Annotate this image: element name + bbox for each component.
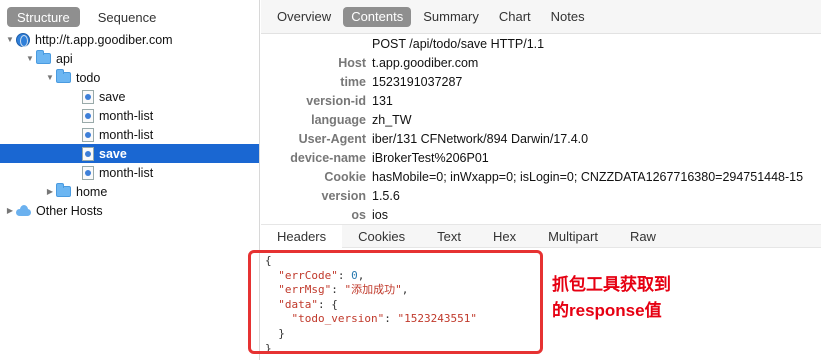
header-row: Host t.app.goodiber.com: [261, 53, 821, 72]
request-tree: ▼ http://t.app.goodiber.com ▼ api ▼ todo…: [0, 30, 259, 220]
folder-icon: [36, 50, 51, 64]
tree-item-save[interactable]: save: [0, 87, 259, 106]
folder-icon: [56, 183, 71, 197]
tree-item-save-selected[interactable]: save: [0, 144, 259, 163]
request-line: POST /api/todo/save HTTP/1.1: [372, 36, 545, 51]
header-key: os: [351, 207, 366, 222]
header-row: Cookie hasMobile=0; inWxapp=0; isLogin=0…: [261, 167, 821, 186]
globe-icon: [16, 32, 30, 47]
header-key: Cookie: [324, 169, 366, 184]
tree-item-label: todo: [76, 70, 101, 85]
tree-folder-home[interactable]: ▶ home: [0, 182, 259, 201]
header-key: device-name: [290, 150, 366, 165]
disclosure-closed-icon[interactable]: ▶: [4, 206, 16, 215]
header-key: Host: [338, 55, 366, 70]
detail-tabs: Overview Contents Summary Chart Notes: [261, 0, 821, 34]
request-headers-table: POST /api/todo/save HTTP/1.1 Host t.app.…: [261, 34, 821, 224]
tab-text[interactable]: Text: [421, 225, 477, 248]
tree-item-month-list[interactable]: month-list: [0, 125, 259, 144]
tree-folder-api[interactable]: ▼ api: [0, 49, 259, 68]
tree-item-label: save: [99, 146, 127, 161]
tab-cookies[interactable]: Cookies: [342, 225, 421, 248]
tab-chart[interactable]: Chart: [491, 7, 539, 27]
header-value: iBrokerTest%206P01: [372, 150, 489, 165]
tab-hex[interactable]: Hex: [477, 225, 532, 248]
request-file-icon: [82, 108, 94, 123]
header-row: version-id 131: [261, 91, 821, 110]
cloud-icon: [16, 204, 31, 217]
tree-item-label: month-list: [99, 165, 154, 180]
header-key: version: [321, 188, 366, 203]
tree-item-label: save: [99, 89, 126, 104]
annotation-line-2: 的response值: [552, 301, 662, 320]
tab-multipart[interactable]: Multipart: [532, 225, 614, 248]
tree-item-label: home: [76, 184, 108, 199]
tree-folder-todo[interactable]: ▼ todo: [0, 68, 259, 87]
header-value: hasMobile=0; inWxapp=0; isLogin=0; CNZZD…: [372, 169, 804, 184]
folder-icon: [56, 69, 71, 83]
header-row: os ios: [261, 205, 821, 224]
disclosure-open-icon[interactable]: ▼: [24, 54, 36, 63]
request-file-icon: [82, 146, 94, 161]
header-value: zh_TW: [372, 112, 412, 127]
header-row: User-Agent iber/131 CFNetwork/894 Darwin…: [261, 129, 821, 148]
tab-raw[interactable]: Raw: [614, 225, 672, 248]
tree-host-goodiber[interactable]: ▼ http://t.app.goodiber.com: [0, 30, 259, 49]
tree-item-label: http://t.app.goodiber.com: [35, 32, 173, 47]
request-file-icon: [82, 165, 94, 180]
tree-item-label: month-list: [99, 108, 154, 123]
structure-panel: Structure Sequence ▼ http://t.app.goodib…: [0, 0, 260, 360]
sequence-tab[interactable]: Sequence: [88, 7, 167, 27]
request-file-icon: [82, 89, 94, 104]
response-tabs: Headers Cookies Text Hex Multipart Raw: [261, 224, 821, 248]
tree-item-month-list[interactable]: month-list: [0, 163, 259, 182]
header-value: ios: [372, 207, 388, 222]
tab-contents[interactable]: Contents: [343, 6, 412, 27]
request-file-icon: [82, 127, 94, 142]
tree-item-label: Other Hosts: [36, 203, 103, 218]
header-value: iber/131 CFNetwork/894 Darwin/17.4.0: [372, 131, 589, 146]
header-key: time: [340, 74, 366, 89]
tab-headers[interactable]: Headers: [261, 224, 343, 248]
header-key: language: [311, 112, 366, 127]
view-switcher: Structure Sequence: [0, 0, 259, 34]
header-value: 131: [372, 93, 393, 108]
annotation-line-1: 抓包工具获取到: [552, 275, 671, 294]
disclosure-open-icon[interactable]: ▼: [4, 35, 16, 44]
header-row: version 1.5.6: [261, 186, 821, 205]
header-row: language zh_TW: [261, 110, 821, 129]
header-row: device-name iBrokerTest%206P01: [261, 148, 821, 167]
disclosure-closed-icon[interactable]: ▶: [44, 187, 56, 196]
request-line-row: POST /api/todo/save HTTP/1.1: [261, 34, 821, 53]
tree-other-hosts[interactable]: ▶ Other Hosts: [0, 201, 259, 220]
tab-overview[interactable]: Overview: [269, 7, 339, 27]
header-key: User-Agent: [298, 131, 366, 146]
tab-summary[interactable]: Summary: [415, 7, 487, 27]
header-key: version-id: [306, 93, 366, 108]
header-row: time 1523191037287: [261, 72, 821, 91]
structure-tab[interactable]: Structure: [7, 7, 80, 27]
tree-item-label: api: [56, 51, 73, 66]
tree-item-month-list[interactable]: month-list: [0, 106, 259, 125]
tree-item-label: month-list: [99, 127, 154, 142]
header-value: t.app.goodiber.com: [372, 55, 479, 70]
tab-notes[interactable]: Notes: [543, 7, 593, 27]
header-value: 1523191037287: [372, 74, 463, 89]
disclosure-open-icon[interactable]: ▼: [44, 73, 56, 82]
header-value: 1.5.6: [372, 188, 400, 203]
highlight-box: [248, 250, 543, 354]
